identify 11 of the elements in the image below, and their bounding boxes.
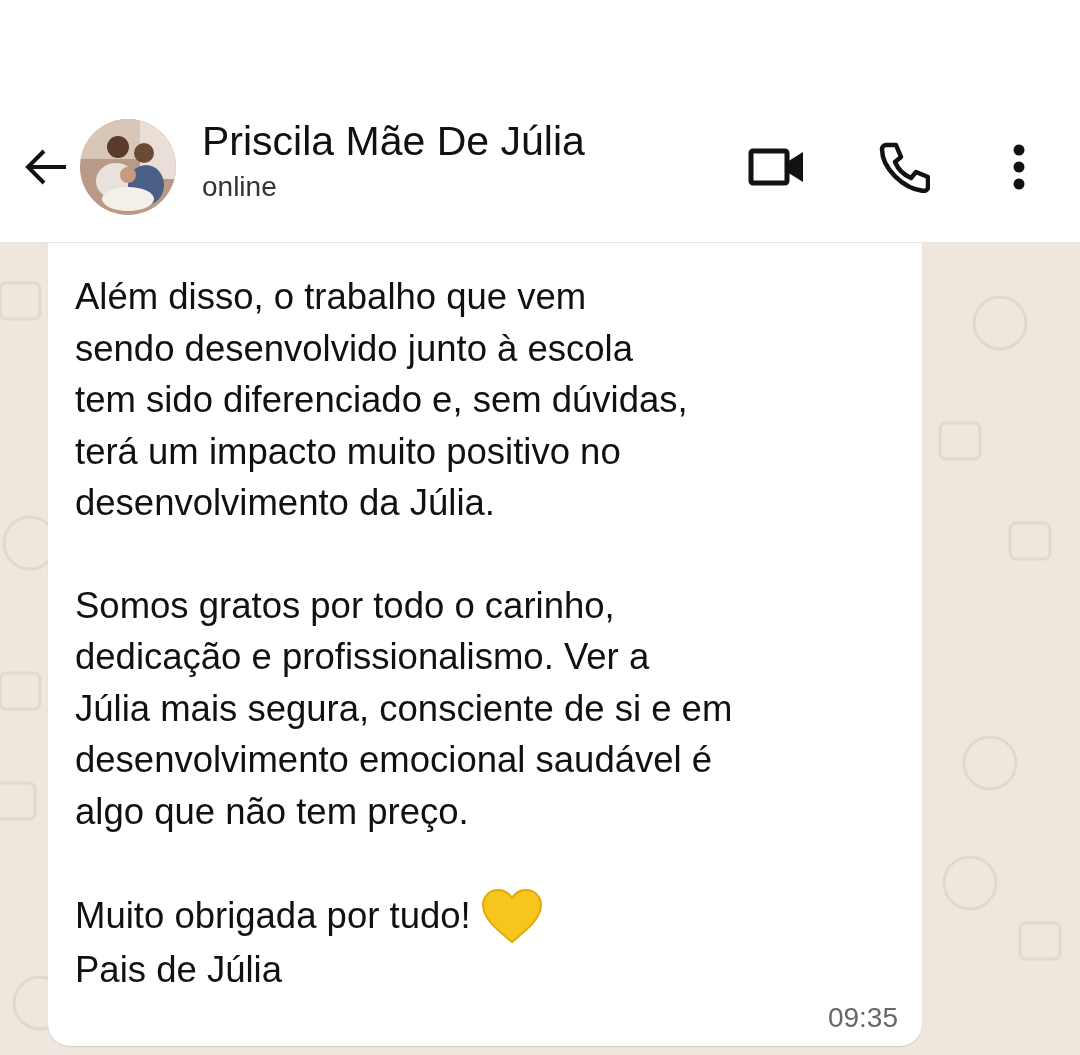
- phone-icon[interactable]: [878, 141, 930, 193]
- contact-status: online: [202, 170, 278, 204]
- heart-icon: [480, 888, 543, 944]
- message-text: Pais de Júlia: [75, 948, 283, 992]
- message-text: Muito obrigada por tudo!: [75, 894, 471, 939]
- more-options-icon[interactable]: [1012, 143, 1026, 191]
- message-text: Além disso, o trabalho que vem sendo desenvolvido junto à escola tem sido diferenciado e, sem dúvidas, terá um impacto muito positivo no desenvolvimento da Júlia.: [75, 275, 689, 525]
- message-time: 09:35: [827, 1001, 898, 1034]
- video-call-icon[interactable]: [748, 146, 806, 188]
- contact-name[interactable]: Priscila Mãe De Júlia: [202, 116, 748, 166]
- message-text: Somos gratos por todo o carinho, dedicação e profissionalismo. Ver a Júlia mais segura, consciente de si e em desenvolvimento emocional saudável é algo que não tem preço.: [75, 583, 734, 834]
